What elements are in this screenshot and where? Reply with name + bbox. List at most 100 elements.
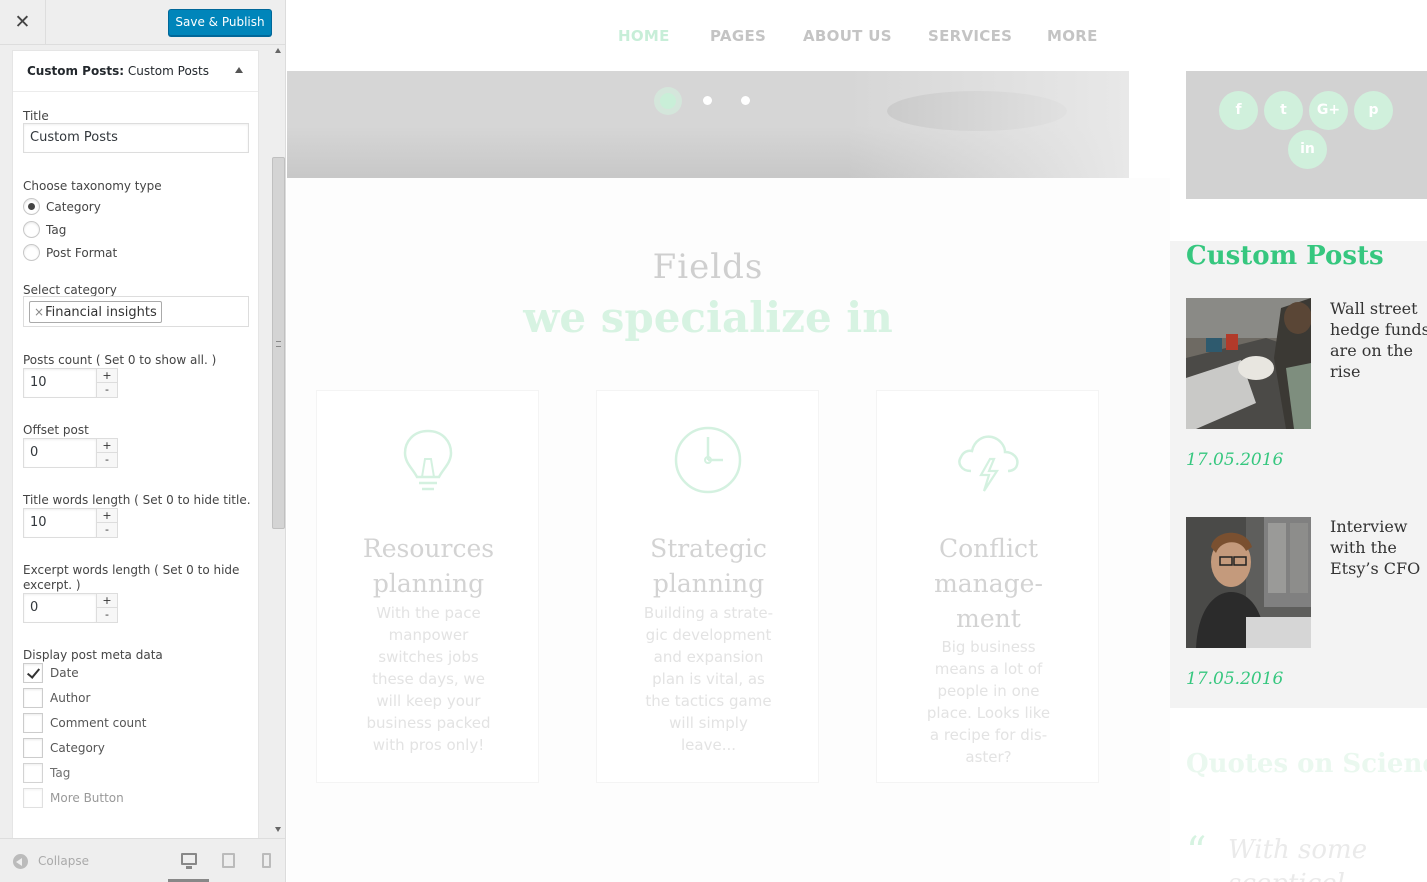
stepper-buttons: + - [96,593,118,623]
nav-item-services[interactable]: SERVICES [928,27,1012,45]
pinterest-icon[interactable]: p [1354,91,1393,130]
post-thumbnail-portrait-photo[interactable] [1186,517,1311,648]
post-thumbnail-desk-photo[interactable] [1186,298,1311,429]
offset-stepper: 0 + - [23,438,118,468]
checkbox[interactable] [23,763,43,783]
post-title-line: Wall street [1330,299,1418,318]
service-card: Resources planning With the pace manpowe… [316,390,539,783]
close-icon[interactable]: ✕ [0,0,46,45]
card-text-line: will simply [669,714,748,732]
title-words-input[interactable]: 10 [23,508,97,538]
excerpt-stepper: 0 + - [23,593,118,623]
customizer-scrollbar[interactable] [271,45,285,838]
customizer-sidebar: ✕ Save & Publish Custom Posts: Custom Po… [0,0,286,882]
checkbox-checked[interactable] [23,663,43,683]
card-title-line: planning [652,569,765,598]
slider-dot-active[interactable] [654,87,682,115]
remove-chip-icon[interactable]: × [34,305,44,319]
section-heading-line2: we specialize in [523,293,893,342]
checkbox-label: Category [50,741,105,755]
radio-label: Category [46,200,101,214]
radio-label: Post Format [46,246,118,260]
nav-item-home[interactable]: HOME [618,27,670,45]
posts-count-label: Posts count ( Set 0 to show all. ) [23,353,217,367]
desktop-preview-icon[interactable] [181,853,197,869]
collapse-icon[interactable] [13,854,28,869]
nav-item-more[interactable]: MORE [1047,27,1098,45]
card-text-line: and expansion [653,648,764,666]
card-text: Building a strate- gic development and e… [629,602,788,756]
scroll-down-arrow-icon[interactable] [275,827,281,832]
decrement-button[interactable]: - [97,383,117,397]
slider-dot[interactable] [741,96,750,105]
card-text-line: plan is vital, as [652,670,765,688]
widget-section-title[interactable]: Custom Posts: Custom Posts [13,51,258,92]
post-title-link[interactable]: Interview with the Etsy’s CFO [1330,516,1427,579]
quote-text: With some scepticel [1228,833,1427,882]
increment-button[interactable]: + [97,369,117,383]
excerpt-label-line1: Excerpt words length ( Set 0 to hide [23,563,240,577]
radio-button[interactable] [23,244,40,261]
card-title: Strategic planning [597,531,820,601]
facebook-icon[interactable]: f [1219,91,1258,130]
collapse-button[interactable]: Collapse [38,854,89,868]
card-text: Big business means a lot of people in on… [909,636,1068,768]
card-title-line: Conflict [939,534,1038,563]
title-input[interactable]: Custom Posts [23,123,249,153]
checkbox[interactable] [23,738,43,758]
decrement-button[interactable]: - [97,523,117,537]
lightbulb-icon [403,429,453,491]
main-navigation: HOME PAGES ABOUT US SERVICES MORE [287,0,1427,71]
widget-panel: Custom Posts: Custom Posts Title Custom … [12,50,259,838]
twitter-icon[interactable]: t [1264,91,1303,130]
section-heading-line1: Fields [652,247,764,287]
collapse-arrow-icon[interactable] [235,67,243,73]
card-text-line: With the pace [376,604,481,622]
card-text-line: Big business [941,638,1036,656]
checkbox-label: Tag [50,766,71,780]
radio-button[interactable] [23,221,40,238]
card-title: Resources planning [317,531,540,601]
category-chip-label: Financial insights [45,305,157,320]
card-title: Conflict manage- ment [877,531,1100,636]
site-preview: HOME PAGES ABOUT US SERVICES MORE Fields… [287,0,1427,882]
card-text-line: the tactics game [645,692,772,710]
offset-input[interactable]: 0 [23,438,97,468]
posts-count-input[interactable]: 10 [23,368,97,398]
decrement-button[interactable]: - [97,453,117,467]
stepper-buttons: + - [96,508,118,538]
google-plus-icon[interactable]: G+ [1309,91,1348,130]
increment-button[interactable]: + [97,509,117,523]
decrement-button[interactable]: - [97,608,117,622]
excerpt-input[interactable]: 0 [23,593,97,623]
tablet-preview-icon[interactable] [222,853,235,868]
nav-item-about-us[interactable]: ABOUT US [803,27,892,45]
category-select[interactable]: ×Financial insights [23,296,249,327]
slider-dot[interactable] [703,96,712,105]
storm-cloud-icon [958,435,1019,492]
post-title-line: are on the [1330,341,1413,360]
increment-button[interactable]: + [97,439,117,453]
checkbox[interactable] [23,688,43,708]
widget-section-name: Custom Posts [127,64,209,78]
radio-button-checked[interactable] [23,198,40,215]
checkbox[interactable] [23,788,43,808]
excerpt-label-line2: excerpt. ) [23,578,81,592]
post-title-link[interactable]: Wall street hedge funds are on the rise [1330,298,1427,382]
service-card: Conflict manage- ment Big business means… [876,390,1099,783]
mobile-preview-icon[interactable] [262,853,271,868]
post-date: 17.05.2016 [1186,669,1284,689]
checkbox[interactable] [23,713,43,733]
scrollbar-thumb[interactable] [272,157,285,529]
nav-item-pages[interactable]: PAGES [710,27,766,45]
card-text-line: Building a strate- [643,604,774,622]
card-text-line: people in one [937,682,1040,700]
category-chip: ×Financial insights [29,301,162,323]
card-text-line: a recipe for dis- [929,726,1048,744]
save-publish-button[interactable]: Save & Publish [168,9,272,36]
card-text-line: these days, we [372,670,485,688]
increment-button[interactable]: + [97,594,117,608]
stepper-buttons: + - [96,438,118,468]
linkedin-icon[interactable]: in [1288,130,1327,169]
scroll-up-arrow-icon[interactable] [275,48,281,53]
